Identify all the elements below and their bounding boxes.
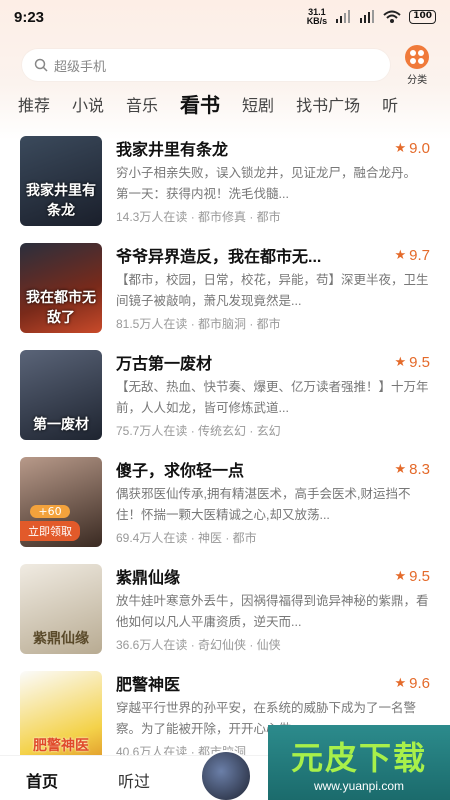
tab-read[interactable]: 看书	[180, 89, 220, 122]
book-list: 我家井里有条龙 我家井里有条龙 ★ 9.0 穷小子相亲失败，误入锁龙井，见证龙尸，…	[0, 132, 450, 774]
watermark-url: www.yuanpi.com	[313, 778, 405, 793]
search-row: 超级手机 分类	[22, 44, 432, 86]
book-title: 万古第一废材	[116, 356, 213, 373]
book-description: 【无敌、热血、快节奏、爆更、亿万读者强推！】十万年前，人人如龙，皆可修炼武道..…	[116, 380, 429, 415]
book-score-value: 9.7	[409, 246, 430, 264]
book-meta: 75.7万人在读 · 传统玄幻 · 玄幻	[116, 424, 281, 438]
book-meta: 14.3万人在读 · 都市修真 · 都市	[116, 210, 281, 224]
tab-book-square[interactable]: 找书广场	[296, 92, 360, 122]
network-speed: 31.1 KB/s	[307, 8, 328, 26]
book-cover[interactable]: 肥警神医	[20, 671, 102, 761]
book-cover[interactable]: 紫鼎仙缘	[20, 564, 102, 654]
battery-indicator: 100	[409, 10, 436, 24]
book-title: 傻子，求你轻一点	[116, 463, 245, 480]
book-item[interactable]: 我家井里有条龙 我家井里有条龙 ★ 9.0 穷小子相亲失败，误入锁龙井，见证龙尸，…	[0, 132, 450, 239]
nav-home[interactable]: 首页	[26, 768, 58, 792]
reward-claim-button[interactable]: 立即领取	[20, 521, 80, 541]
category-icon	[405, 44, 430, 69]
book-item[interactable]: +60 立即领取 傻子，求你轻一点 ★ 8.3 偶获邪医仙传承,拥有精湛医术，高手…	[0, 453, 450, 560]
watermark: 元皮下载 www.yuanpi.com	[268, 725, 450, 800]
reward-amount: +60	[30, 505, 70, 518]
book-cover[interactable]: +60 立即领取	[20, 457, 102, 547]
nav-listened[interactable]: 听过	[118, 768, 150, 792]
cover-title: 紫鼎仙缘	[33, 630, 89, 646]
search-icon	[34, 58, 48, 72]
book-cover[interactable]: 第一废材	[20, 350, 102, 440]
reward-badge[interactable]: +60 立即领取	[20, 505, 80, 541]
book-score: ★ 8.3	[394, 461, 430, 478]
book-title: 爷爷异界造反，我在都市无...	[116, 249, 322, 266]
cover-title: 我在都市无敌了	[26, 289, 96, 325]
star-icon: ★	[394, 140, 407, 155]
star-icon: ★	[394, 354, 407, 369]
book-description: 【都市，校园，日常，校花，异能，苟】深更半夜，卫生间镜子被敲响，萧凡发现竟然是.…	[116, 273, 429, 308]
book-meta: 69.4万人在读 · 神医 · 都市	[116, 531, 257, 545]
category-button[interactable]: 分类	[402, 44, 432, 86]
star-icon: ★	[394, 461, 407, 476]
book-score-value: 9.5	[409, 567, 430, 585]
wifi-icon	[383, 10, 401, 23]
book-meta: 81.5万人在读 · 都市脑洞 · 都市	[116, 317, 281, 331]
tab-music[interactable]: 音乐	[126, 92, 158, 122]
book-item[interactable]: 紫鼎仙缘 紫鼎仙缘 ★ 9.5 放牛娃叶寒意外丢牛，因祸得福得到诡异神秘的紫鼎，看…	[0, 560, 450, 667]
book-cover[interactable]: 我在都市无敌了	[20, 243, 102, 333]
book-title: 肥警神医	[116, 677, 181, 694]
status-icons: 31.1 KB/s 100	[307, 8, 436, 26]
watermark-logo: 元皮下载	[290, 739, 427, 776]
book-description: 偶获邪医仙传承,拥有精湛医术，高手会医术,财运挡不住！怀揣一颗大医精诚之心,却又…	[116, 487, 411, 522]
book-item[interactable]: 第一废材 万古第一废材 ★ 9.5 【无敌、热血、快节奏、爆更、亿万读者强推！】十…	[0, 346, 450, 453]
star-icon: ★	[394, 675, 407, 690]
book-score: ★ 9.6	[394, 675, 430, 692]
category-label: 分类	[407, 74, 428, 86]
book-score-value: 9.6	[409, 674, 430, 692]
tab-listen[interactable]: 听	[382, 92, 398, 122]
star-icon: ★	[394, 247, 407, 262]
book-description: 穷小子相亲失败，误入锁龙井，见证龙尸，融合龙丹。 第一天：获得内视！洗毛伐髓..…	[116, 166, 430, 201]
now-playing-avatar[interactable]	[200, 750, 252, 800]
book-item[interactable]: 我在都市无敌了 爷爷异界造反，我在都市无... ★ 9.7 【都市，校园，日常，校…	[0, 239, 450, 346]
search-placeholder: 超级手机	[54, 58, 107, 74]
tab-recommend[interactable]: 推荐	[18, 92, 50, 122]
book-score: ★ 9.5	[394, 568, 430, 585]
hd-signal-icon	[360, 10, 375, 23]
star-icon: ★	[394, 568, 407, 583]
book-title: 我家井里有条龙	[116, 142, 229, 159]
book-cover[interactable]: 我家井里有条龙	[20, 136, 102, 226]
cover-title: 我家井里有条龙	[26, 182, 96, 218]
top-tabs: 推荐 小说 音乐 看书 短剧 找书广场 听	[0, 88, 450, 122]
book-score-value: 9.0	[409, 139, 430, 157]
book-score-value: 8.3	[409, 460, 430, 478]
book-score: ★ 9.0	[394, 140, 430, 157]
book-score: ★ 9.7	[394, 247, 430, 264]
book-score-value: 9.5	[409, 353, 430, 371]
network-speed-unit: KB/s	[306, 16, 328, 26]
cover-title: 肥警神医	[33, 737, 89, 753]
book-meta: 36.6万人在读 · 奇幻仙侠 · 仙侠	[116, 638, 281, 652]
book-score: ★ 9.5	[394, 354, 430, 371]
tab-novel[interactable]: 小说	[72, 92, 104, 122]
book-title: 紫鼎仙缘	[116, 570, 181, 587]
search-input[interactable]: 超级手机	[22, 49, 391, 81]
cover-title: 第一废材	[33, 416, 89, 432]
status-time: 9:23	[14, 8, 45, 26]
signal-icon	[336, 10, 351, 23]
tab-short-drama[interactable]: 短剧	[242, 92, 274, 122]
status-bar: 9:23 31.1 KB/s 100	[0, 0, 450, 34]
book-description: 放牛娃叶寒意外丢牛，因祸得福得到诡异神秘的紫鼎，看他如何以凡人平庸资质，逆天而.…	[116, 594, 429, 629]
